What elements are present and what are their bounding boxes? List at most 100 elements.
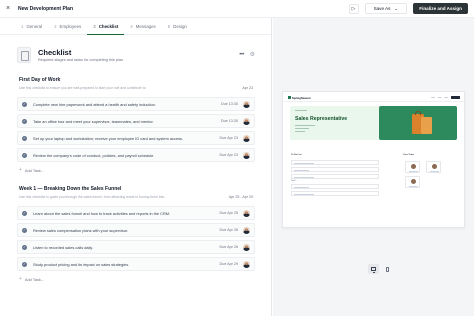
check-icon[interactable]: ✓ xyxy=(22,227,27,233)
step-label: Messages xyxy=(135,23,156,29)
check-icon[interactable]: ✓ xyxy=(22,118,27,124)
step-label: General xyxy=(26,23,43,29)
preview-team-member xyxy=(405,161,420,173)
task-label: Study product pricing and its impact on … xyxy=(33,261,130,267)
step-number: 1 xyxy=(21,23,24,29)
preview-header: SpringSeason ▬▬ ▬▬ ▬▬ xyxy=(288,95,460,100)
tab-design[interactable]: 5 Design xyxy=(162,18,193,34)
task-item[interactable]: ✓ Take an office tour and meet your supe… xyxy=(17,114,255,128)
step-label: Checklist xyxy=(98,23,119,29)
avatar xyxy=(243,134,250,142)
preview-team-title: Your Team xyxy=(403,154,414,156)
section-date: Apr 23 xyxy=(242,86,253,90)
add-task-button[interactable]: + Add Task... xyxy=(19,167,44,173)
plus-icon: + xyxy=(19,276,22,282)
mobile-view-button[interactable] xyxy=(382,264,393,274)
preview-task xyxy=(291,184,379,189)
preview-team-member xyxy=(405,176,420,188)
preview-nav-item: ▬▬ xyxy=(444,96,448,99)
preview-logo: SpringSeason xyxy=(288,96,311,100)
task-label: Review sales compensation plans with you… xyxy=(33,227,129,233)
add-task-button[interactable]: + Add Task... xyxy=(19,276,44,282)
task-due: Due Apr 26 xyxy=(219,228,238,232)
save-as-button[interactable]: Save As ⌄ xyxy=(364,3,408,14)
preview-nav: ▬▬ ▬▬ ▬▬ xyxy=(431,96,460,99)
page-title: New Development Plan xyxy=(18,5,74,12)
task-item[interactable]: ✓ Listen to recorded sales calls daily. … xyxy=(17,240,255,254)
task-item[interactable]: ✓ Review sales compensation plans with y… xyxy=(17,223,255,237)
close-icon[interactable]: × xyxy=(6,5,16,12)
preview-line xyxy=(295,131,305,133)
more-options-icon[interactable]: ••• xyxy=(239,52,244,58)
section-description: Use this checklist to ensure you are wel… xyxy=(19,86,146,90)
preview-nav-button xyxy=(451,96,460,99)
document-icon xyxy=(17,47,31,63)
preview-thumbnail: SpringSeason ▬▬ ▬▬ ▬▬ Sales Representati… xyxy=(282,91,465,228)
task-due: Due Apr 25 xyxy=(219,211,238,215)
top-bar: × New Development Plan ▷ Save As ⌄ Final… xyxy=(0,0,474,18)
avatar xyxy=(243,260,250,268)
task-item[interactable]: ✓ Set up your laptop and workstation; re… xyxy=(17,131,255,145)
check-icon[interactable]: ✓ xyxy=(22,244,27,250)
editor-panel: 1 General 2 Employees 3 Checklist 4 Messages… xyxy=(0,18,272,316)
preview-task xyxy=(291,174,379,179)
preview-line xyxy=(295,128,309,130)
check-icon[interactable]: ✓ xyxy=(22,152,27,158)
task-item[interactable]: ✓ Learn about the sales funnel and how t… xyxy=(17,206,255,220)
phone-icon xyxy=(386,266,389,272)
avatar xyxy=(243,151,250,159)
add-task-label: Add Task... xyxy=(24,167,45,173)
task-label: Complete new hire paperwork and attend a… xyxy=(33,101,156,107)
preview-team-member xyxy=(426,161,441,173)
avatar xyxy=(243,209,250,217)
section-date: Apr 25 - Apr 29 xyxy=(228,195,253,199)
preview-button[interactable]: ▷ xyxy=(348,3,359,14)
avatar xyxy=(243,243,250,251)
task-label: Take an office tour and meet your superv… xyxy=(33,118,154,124)
preview-task xyxy=(291,160,379,165)
preview-banner: Sales Representative xyxy=(290,106,386,140)
preview-divider xyxy=(283,101,464,102)
add-task-label: Add Task... xyxy=(24,276,45,282)
bag-handle xyxy=(415,111,421,115)
check-icon[interactable]: ✓ xyxy=(22,101,27,107)
preview-logo-text: SpringSeason xyxy=(292,95,311,100)
preview-task xyxy=(291,191,379,196)
task-item[interactable]: ✓ Complete new hire paperwork and attend… xyxy=(17,97,255,111)
task-item[interactable]: ✓ Review the company's code of conduct, … xyxy=(17,148,255,162)
gear-icon[interactable]: ⚙ xyxy=(250,51,255,58)
task-due: Due Apr 29 xyxy=(219,262,238,266)
preview-line xyxy=(295,125,315,127)
task-label: Listen to recorded sales calls daily. xyxy=(33,244,94,250)
check-icon[interactable]: ✓ xyxy=(22,135,27,141)
avatar xyxy=(243,226,250,234)
checklist-title: Checklist xyxy=(38,48,72,57)
shopping-bag-icon xyxy=(421,117,432,134)
avatar xyxy=(243,100,250,108)
task-item[interactable]: ✓ Study product pricing and its impact o… xyxy=(17,257,255,271)
step-label: Employees xyxy=(59,23,82,29)
device-toggle xyxy=(368,264,393,274)
preview-nav-item: ▬▬ xyxy=(437,96,442,99)
tab-general[interactable]: 1 General xyxy=(15,18,48,34)
check-icon[interactable]: ✓ xyxy=(22,261,27,267)
tab-messages[interactable]: 4 Messages xyxy=(124,18,161,34)
preview-panel: SpringSeason ▬▬ ▬▬ ▬▬ Sales Representati… xyxy=(273,18,474,316)
task-label: Set up your laptop and workstation; rece… xyxy=(33,135,184,141)
play-icon: ▷ xyxy=(351,5,356,12)
tab-employees[interactable]: 2 Employees xyxy=(48,18,87,34)
top-actions: ▷ Save As ⌄ Finalize and Assign xyxy=(348,3,468,14)
finalize-button[interactable]: Finalize and Assign xyxy=(413,3,468,14)
task-due: Due Apr 23 xyxy=(219,153,238,157)
chevron-down-icon: ⌄ xyxy=(394,5,399,11)
task-label: Review the company's code of conduct, po… xyxy=(33,152,155,158)
checklist-header: Checklist Required stages and tasks for … xyxy=(17,47,255,67)
preview-banner-title: Sales Representative xyxy=(295,116,348,122)
desktop-view-button[interactable] xyxy=(368,264,379,274)
step-number: 2 xyxy=(54,23,57,29)
task-label: Learn about the sales funnel and how to … xyxy=(33,210,171,216)
tab-checklist[interactable]: 3 Checklist xyxy=(87,18,125,35)
check-icon[interactable]: ✓ xyxy=(22,210,27,216)
preview-hero-image xyxy=(379,106,457,140)
step-number: 5 xyxy=(167,23,171,29)
